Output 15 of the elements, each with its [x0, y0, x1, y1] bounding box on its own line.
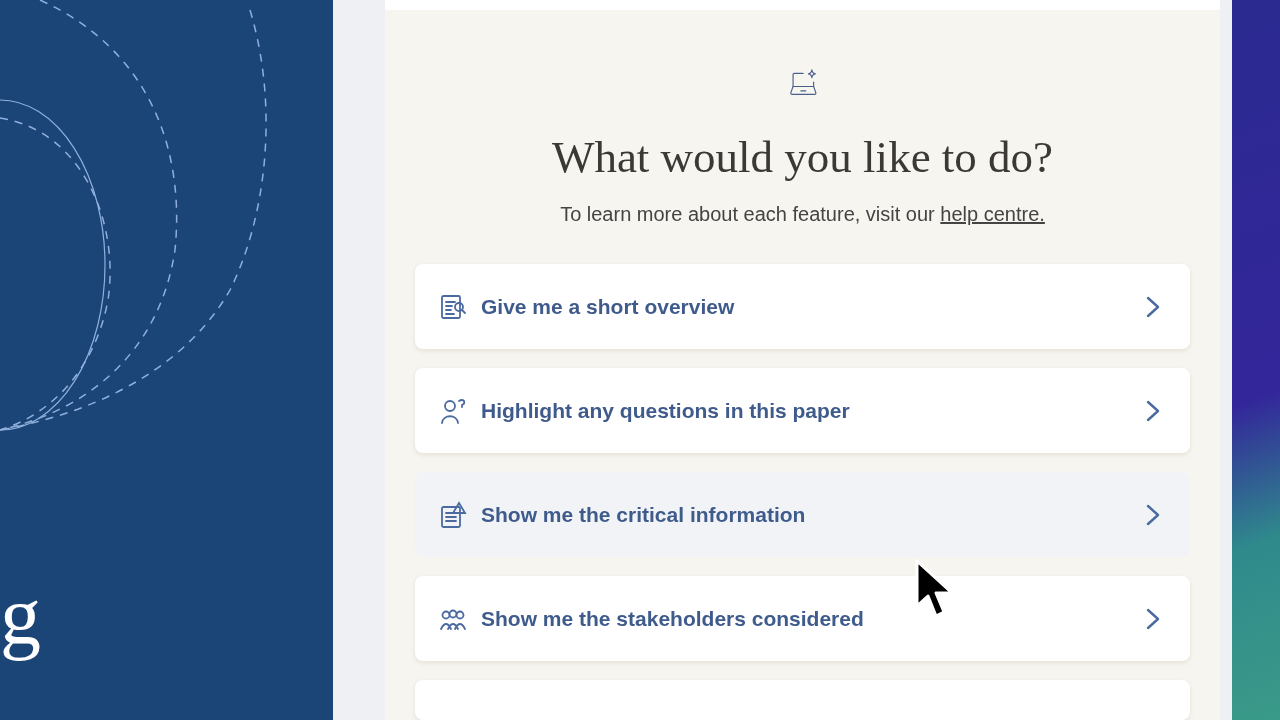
chevron-right-icon	[1146, 399, 1160, 422]
document-search-icon	[439, 292, 467, 321]
chevron-right-icon	[1146, 503, 1160, 526]
option-button[interactable]: Show me the stakeholders considered	[415, 576, 1190, 661]
document-warning-icon	[439, 500, 467, 529]
panel-title: g	[0, 569, 41, 664]
dialog-subtitle: To learn more about each feature, visit our help centre.	[560, 203, 1045, 226]
option-button[interactable]: Highlight any questions in this paper	[415, 368, 1190, 453]
dialog-heading: What would you like to do?	[551, 131, 1054, 183]
option-button[interactable]: Show me the critical information	[415, 472, 1190, 557]
person-question-icon	[439, 396, 467, 425]
chevron-right-icon	[1146, 607, 1160, 630]
help-centre-link[interactable]: help centre.	[940, 203, 1045, 225]
chevron-right-icon	[1146, 295, 1160, 318]
option-button[interactable]: Give me a short overview	[415, 264, 1190, 349]
